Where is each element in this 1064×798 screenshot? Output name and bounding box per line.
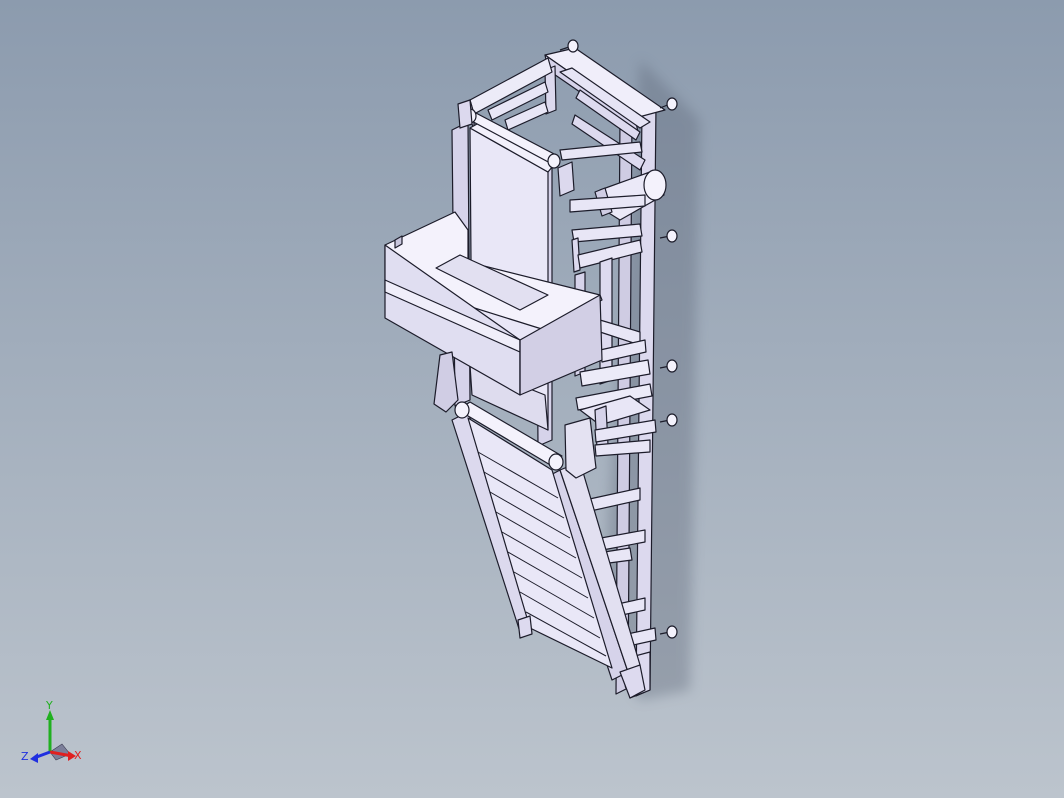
view-orientation-triad[interactable]: Y X Z: [14, 700, 94, 780]
cad-model-3d[interactable]: [0, 0, 1064, 798]
y-axis-label: Y: [45, 700, 53, 712]
x-axis-label: X: [74, 749, 82, 762]
z-axis-head: [30, 753, 38, 763]
z-axis-label: Z: [21, 750, 29, 763]
graphics-viewport[interactable]: Y X Z: [0, 0, 1064, 798]
bolt: [559, 39, 579, 53]
